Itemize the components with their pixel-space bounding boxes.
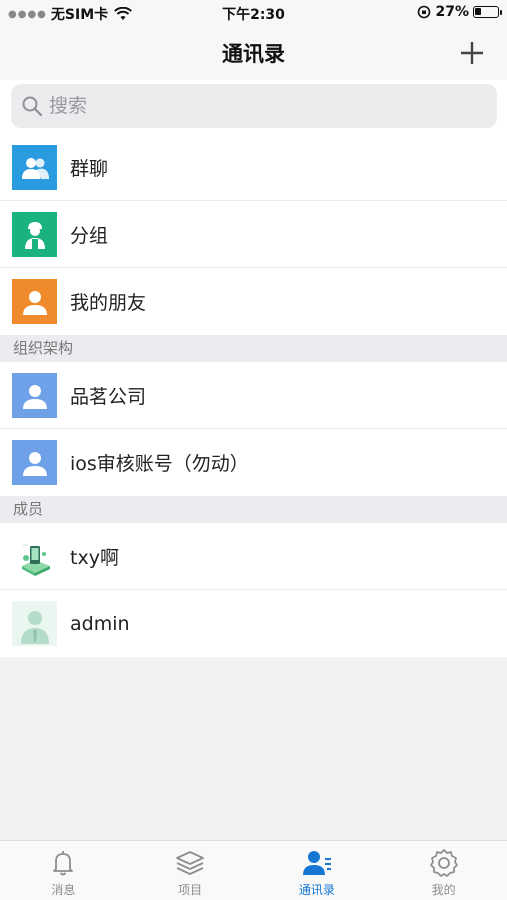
tab-mine[interactable]: 我的: [380, 841, 507, 900]
tab-label: 通讯录: [298, 883, 335, 897]
tab-bar: 消息 项目 通讯录 我的: [0, 840, 507, 900]
search-icon: [22, 96, 43, 117]
nav-bar: 通讯录: [0, 26, 507, 80]
default-avatar-icon: [12, 601, 57, 646]
section-header-org: 组织架构: [0, 335, 507, 362]
list-item-group-chat[interactable]: 群聊: [0, 134, 507, 201]
list-item-member[interactable]: admin: [0, 590, 507, 657]
list-item-label: admin: [70, 612, 130, 635]
list-item-label: 我的朋友: [70, 292, 147, 314]
list-item-org[interactable]: ios审核账号（勿动）: [0, 429, 507, 496]
top-list: 群聊 分组 我的朋友: [0, 134, 507, 335]
tab-label: 项目: [178, 883, 203, 897]
section-header-members: 成员: [0, 496, 507, 523]
list-item-my-friends[interactable]: 我的朋友: [0, 268, 507, 335]
search-input[interactable]: [49, 95, 469, 117]
bell-icon: [53, 851, 74, 876]
layers-icon: [176, 851, 205, 875]
battery-icon: [473, 6, 502, 18]
list-item-member[interactable]: txy啊: [0, 523, 507, 590]
battery-percent: 27%: [435, 4, 469, 20]
list-item-label: 分组: [70, 225, 109, 247]
status-bar: ●●●● 无SIM卡 下午2:30 27%: [0, 0, 507, 26]
page-title: 通讯录: [222, 42, 285, 66]
member-list: txy啊 admin: [0, 523, 507, 657]
tab-projects[interactable]: 项目: [127, 841, 254, 900]
list-item-label: ios审核账号（勿动）: [70, 453, 249, 475]
add-button[interactable]: [459, 40, 485, 66]
contacts-icon: [302, 851, 331, 875]
tab-label: 消息: [51, 883, 76, 897]
list-item-org[interactable]: 品茗公司: [0, 362, 507, 429]
tab-contacts[interactable]: 通讯录: [254, 841, 381, 900]
tab-messages[interactable]: 消息: [0, 841, 127, 900]
org-icon: [12, 440, 57, 485]
org-icon: [12, 373, 57, 418]
org-list: 品茗公司 ios审核账号（勿动）: [0, 362, 507, 496]
search-box[interactable]: [11, 84, 497, 128]
list-item-label: txy啊: [70, 547, 119, 569]
group-icon: [12, 212, 57, 257]
list-item-label: 群聊: [70, 158, 109, 180]
tab-label: 我的: [431, 883, 456, 897]
friend-icon: [12, 279, 57, 324]
gear-icon: [429, 849, 458, 877]
list-item-label: 品茗公司: [70, 386, 147, 408]
orientation-lock-icon: [418, 5, 431, 19]
member-photo-icon: [12, 534, 57, 579]
search-container: [0, 80, 507, 134]
status-right: 27%: [417, 4, 502, 20]
group-chat-icon: [12, 145, 57, 190]
battery-level: [475, 8, 481, 15]
list-item-group[interactable]: 分组: [0, 201, 507, 268]
